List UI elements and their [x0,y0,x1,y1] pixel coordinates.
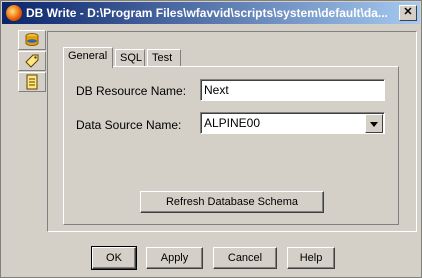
data-source-select[interactable]: ALPINE00 [200,112,385,134]
db-write-dialog: DB Write - D:\Program Files\wfavvid\scri… [0,0,422,278]
help-button[interactable]: Help [287,247,335,269]
tab-sql[interactable]: SQL [115,49,145,67]
general-panel: DB Resource Name: Next Data Source Name:… [63,66,399,225]
data-source-value: ALPINE00 [204,116,261,130]
tag-icon [25,54,39,68]
db-resource-label: DB Resource Name: [76,84,187,98]
data-source-label: Data Source Name: [76,118,182,132]
database-icon [25,33,39,47]
sidebar-item-tag[interactable] [18,51,46,71]
refresh-schema-button[interactable]: Refresh Database Schema [140,191,324,213]
title-bar[interactable]: DB Write - D:\Program Files\wfavvid\scri… [2,2,420,24]
notes-icon [26,74,38,90]
apply-button[interactable]: Apply [146,247,203,269]
db-resource-input[interactable]: Next [200,79,385,101]
close-button[interactable]: ✕ [399,5,417,21]
cancel-button[interactable]: Cancel [213,247,277,269]
tab-general[interactable]: General [63,47,113,68]
sidebar-item-database[interactable] [18,30,46,50]
ok-button[interactable]: OK [91,246,137,270]
app-icon [6,5,22,21]
sidebar [18,30,46,93]
tab-test[interactable]: Test [147,49,181,67]
sidebar-item-notes[interactable] [18,72,46,92]
chevron-down-icon[interactable] [365,114,383,133]
window-title: DB Write - D:\Program Files\wfavvid\scri… [26,6,388,20]
